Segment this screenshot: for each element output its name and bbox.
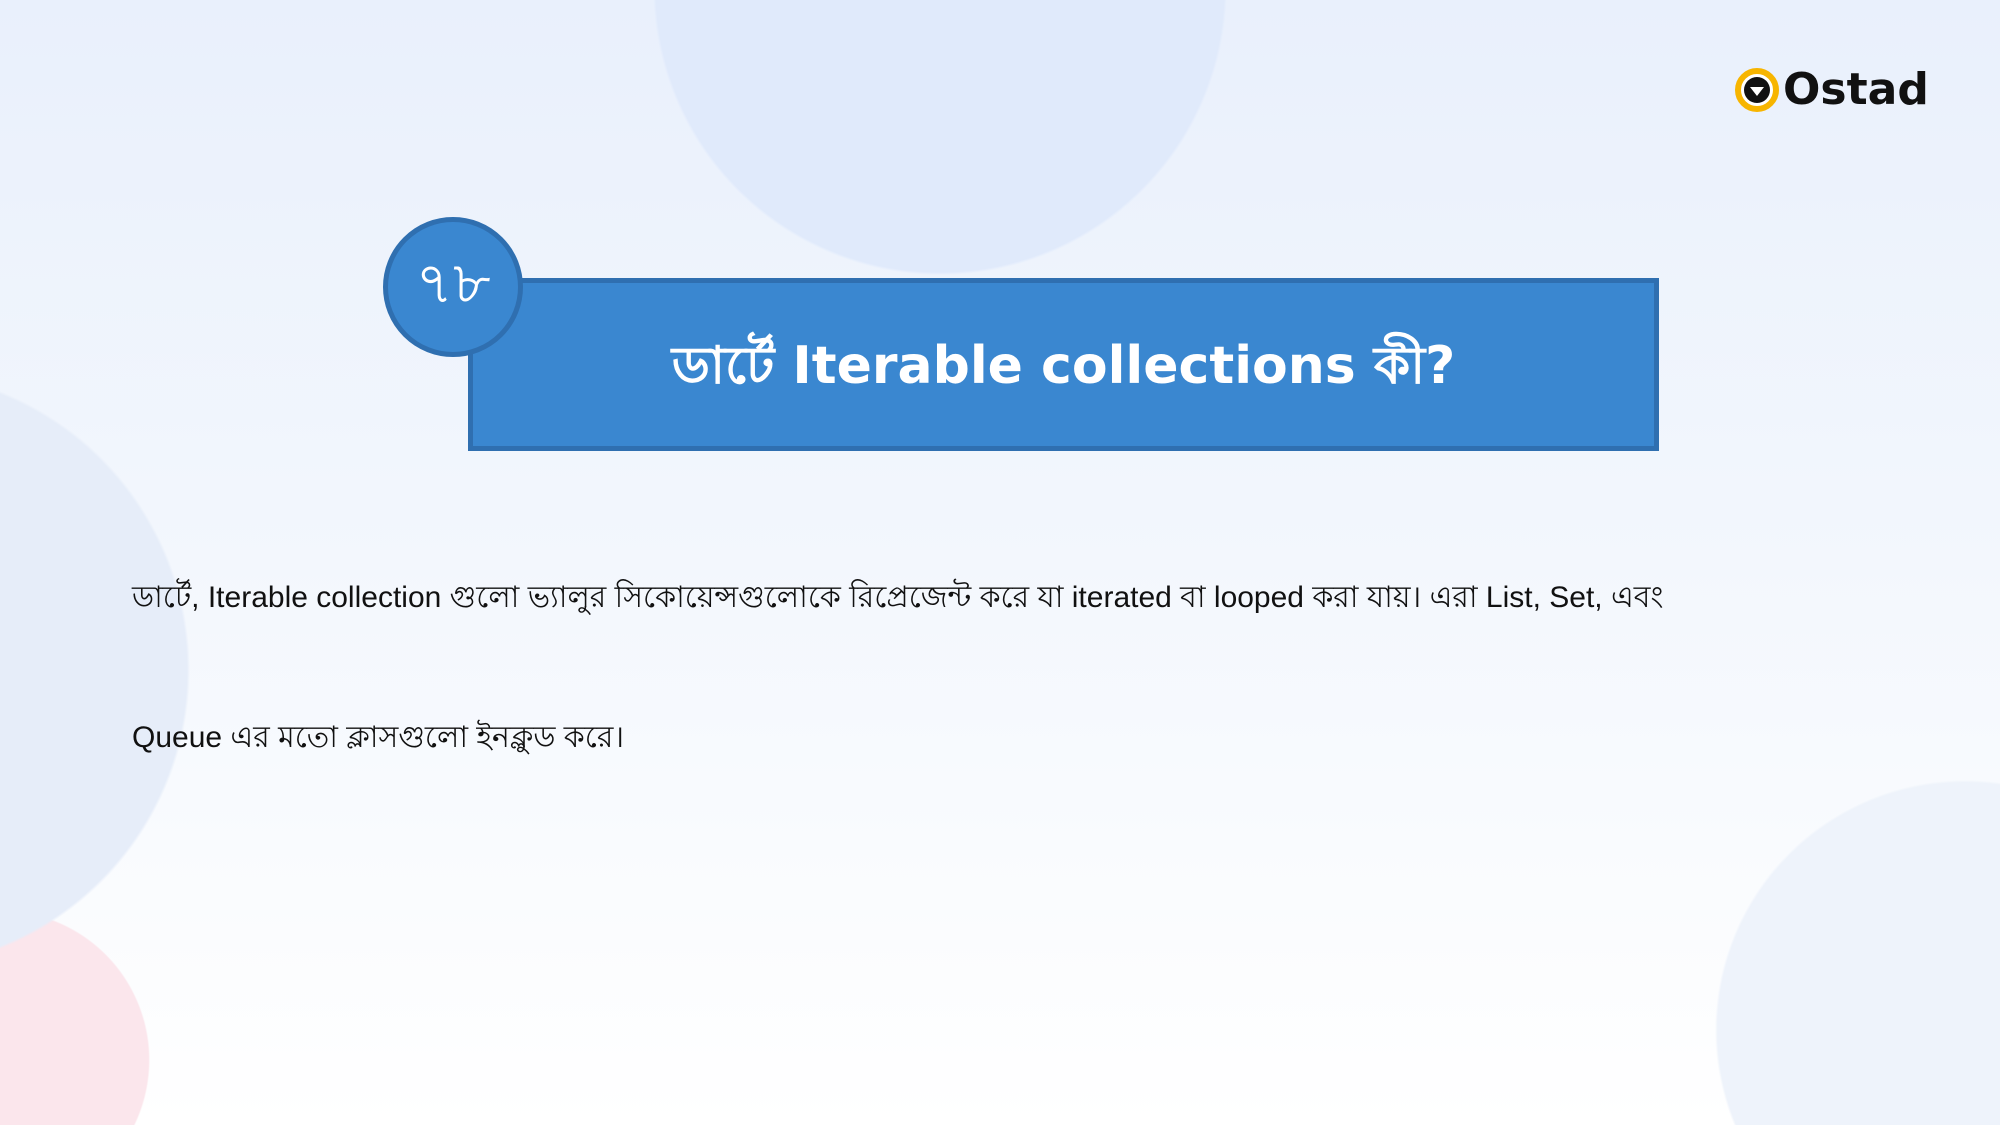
body-text-line-2: Queue এর মতো ক্লাসগুলো ইনক্লুড করে।	[132, 721, 625, 754]
decorative-circles-background	[0, 0, 2000, 1125]
ostad-logo-icon	[1735, 67, 1779, 112]
slide-title: ডার্টে Iterable collections কী?	[671, 336, 1456, 396]
title-banner: ডার্টে Iterable collections কী?	[468, 278, 1659, 451]
slide-number-badge: ৭৮	[383, 217, 523, 357]
ostad-logo: Ostad	[1735, 64, 1929, 115]
body-text-line-1: ডার্টে, Iterable collection গুলো ভ্যালুর…	[132, 581, 1664, 614]
logo-text: Ostad	[1783, 64, 1929, 115]
